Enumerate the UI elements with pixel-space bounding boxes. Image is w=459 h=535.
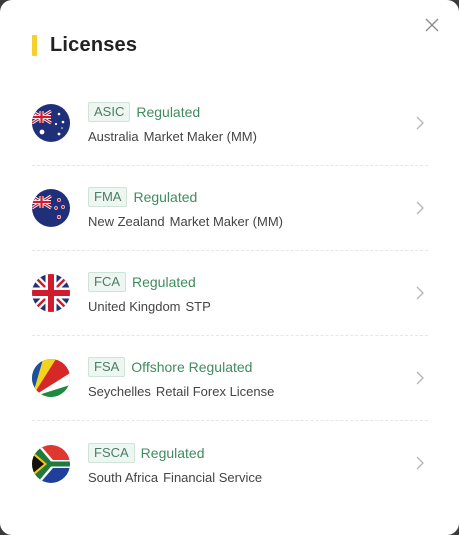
chevron-right-icon <box>416 456 424 470</box>
license-country: South Africa <box>88 469 159 485</box>
close-button[interactable] <box>421 14 443 36</box>
license-item-fsa[interactable]: FSA Offshore Regulated Seychelles Retail… <box>32 336 428 421</box>
license-status: Regulated <box>140 444 205 461</box>
license-status: Regulated <box>136 104 201 120</box>
license-type: Market Maker (MM) <box>143 129 257 144</box>
modal-title: Licenses <box>50 33 138 56</box>
license-type: Financial Service <box>163 469 263 485</box>
licenses-modal: Licenses ASIC Regulated Australia Market… <box>0 0 459 535</box>
chevron-right-icon <box>416 286 424 300</box>
australia-flag-icon <box>32 104 70 142</box>
chevron-right-icon <box>416 201 424 215</box>
new-zealand-flag-icon <box>32 189 70 227</box>
license-code-badge: FSA <box>88 357 126 377</box>
chevron-right-icon <box>416 371 424 385</box>
south-africa-flag-icon <box>32 444 70 483</box>
license-code-badge: ASIC <box>88 102 131 122</box>
license-country: Australia <box>88 129 139 144</box>
license-info: FSA Offshore Regulated Seychelles Retail… <box>88 357 274 399</box>
license-country: Seychelles <box>88 384 151 399</box>
license-item-fma[interactable]: FMA Regulated New Zealand Market Maker (… <box>32 166 428 251</box>
license-type: Retail Forex License <box>155 384 275 399</box>
license-item-asic[interactable]: ASIC Regulated Australia Market Maker (M… <box>32 81 428 166</box>
license-info: ASIC Regulated Australia Market Maker (M… <box>88 102 257 144</box>
license-status: Regulated <box>132 274 196 290</box>
license-item-fsca[interactable]: FSCA Regulated South Africa Financial Se… <box>32 421 428 506</box>
license-status: Offshore Regulated <box>131 359 253 375</box>
title-accent-bar <box>32 34 37 56</box>
license-code-badge: FCA <box>88 272 126 292</box>
license-info: FCA Regulated United Kingdom STP <box>88 272 211 314</box>
chevron-right-icon <box>416 116 424 130</box>
license-country: United Kingdom <box>88 299 181 314</box>
license-list: ASIC Regulated Australia Market Maker (M… <box>32 81 428 506</box>
license-code-badge: FMA <box>88 187 128 207</box>
license-info: FMA Regulated New Zealand Market Maker (… <box>88 187 283 229</box>
license-info: FSCA Regulated South Africa Financial Se… <box>88 442 263 485</box>
modal-header: Licenses <box>32 34 137 56</box>
seychelles-flag-icon <box>32 359 70 397</box>
license-code-badge: FSCA <box>88 442 135 463</box>
license-status: Regulated <box>133 189 198 205</box>
license-type: STP <box>185 299 211 314</box>
license-country: New Zealand <box>88 214 165 229</box>
united-kingdom-flag-icon <box>32 274 70 312</box>
close-icon <box>425 18 439 32</box>
license-item-fca[interactable]: FCA Regulated United Kingdom STP <box>32 251 428 336</box>
license-type: Market Maker (MM) <box>169 214 283 229</box>
